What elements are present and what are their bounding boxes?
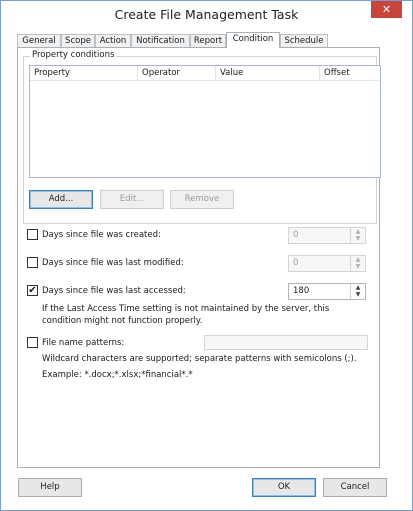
tab-action[interactable]: Action	[95, 34, 131, 47]
ok-button[interactable]: OK	[252, 478, 316, 497]
tab-report[interactable]: Report	[190, 34, 226, 47]
help-button[interactable]: Help	[18, 478, 82, 497]
close-button[interactable]: ✕	[371, 1, 402, 18]
spin-up-icon[interactable]: ▲	[351, 256, 365, 263]
spin-up-icon[interactable]: ▲	[351, 228, 365, 235]
tab-condition[interactable]: Condition	[226, 32, 280, 48]
spin-down-icon[interactable]: ▼	[351, 235, 365, 242]
tab-general[interactable]: General	[17, 34, 61, 47]
dialog-window: Create File Management Task ✕ General Sc…	[0, 0, 413, 511]
add-button[interactable]: Add...	[29, 190, 93, 209]
accessed-label: Days since file was last accessed:	[42, 286, 186, 296]
edit-button[interactable]: Edit...	[100, 190, 164, 209]
accessed-note-line2: condition might not function properly.	[42, 316, 203, 326]
created-days-stepper[interactable]: 0 ▲ ▼	[288, 227, 366, 244]
condition-panel: Property conditions Property Operator Va…	[17, 47, 381, 468]
created-checkbox[interactable]	[27, 229, 38, 240]
created-label: Days since file was created:	[42, 230, 161, 240]
modified-label: Days since file was last modified:	[42, 258, 184, 268]
patterns-input[interactable]	[204, 335, 368, 350]
property-conditions-group: Property conditions Property Operator Va…	[23, 50, 381, 224]
modified-days-stepper[interactable]: 0 ▲ ▼	[288, 255, 366, 272]
tab-scope[interactable]: Scope	[61, 34, 95, 47]
checkmark-icon: ✔	[28, 285, 37, 296]
spin-down-icon[interactable]: ▼	[351, 291, 365, 298]
column-header-property[interactable]: Property	[30, 66, 138, 80]
patterns-checkbox[interactable]	[27, 337, 38, 348]
list-header: Property Operator Value Offset	[30, 66, 380, 81]
accessed-note-line1: If the Last Access Time setting is not m…	[42, 304, 330, 314]
modified-checkbox[interactable]	[27, 257, 38, 268]
accessed-days-value[interactable]: 180	[293, 284, 309, 299]
patterns-hint-line2: Example: *.docx;*.xlsx;*financial*.*	[42, 370, 193, 380]
tab-schedule[interactable]: Schedule	[280, 34, 328, 47]
column-header-offset[interactable]: Offset	[320, 66, 380, 80]
spin-up-icon[interactable]: ▲	[351, 284, 365, 291]
dialog-footer: Help OK Cancel	[1, 468, 412, 510]
remove-button[interactable]: Remove	[170, 190, 234, 209]
cancel-button[interactable]: Cancel	[323, 478, 387, 497]
property-conditions-list[interactable]: Property Operator Value Offset	[29, 65, 381, 178]
property-conditions-label: Property conditions	[30, 50, 117, 60]
column-header-value[interactable]: Value	[216, 66, 320, 80]
created-days-value[interactable]: 0	[293, 228, 298, 243]
title-bar: Create File Management Task ✕	[1, 1, 412, 27]
patterns-hint-line1: Wildcard characters are supported; separ…	[42, 354, 357, 364]
modified-days-value[interactable]: 0	[293, 256, 298, 271]
column-header-operator[interactable]: Operator	[138, 66, 216, 80]
patterns-label: File name patterns:	[42, 338, 125, 348]
spin-down-icon[interactable]: ▼	[351, 263, 365, 270]
accessed-checkbox[interactable]: ✔	[27, 285, 38, 296]
accessed-days-stepper[interactable]: 180 ▲ ▼	[288, 283, 366, 300]
close-icon[interactable]: ✕	[382, 3, 391, 16]
window-title: Create File Management Task	[114, 7, 299, 22]
tab-notification[interactable]: Notification	[131, 34, 190, 47]
